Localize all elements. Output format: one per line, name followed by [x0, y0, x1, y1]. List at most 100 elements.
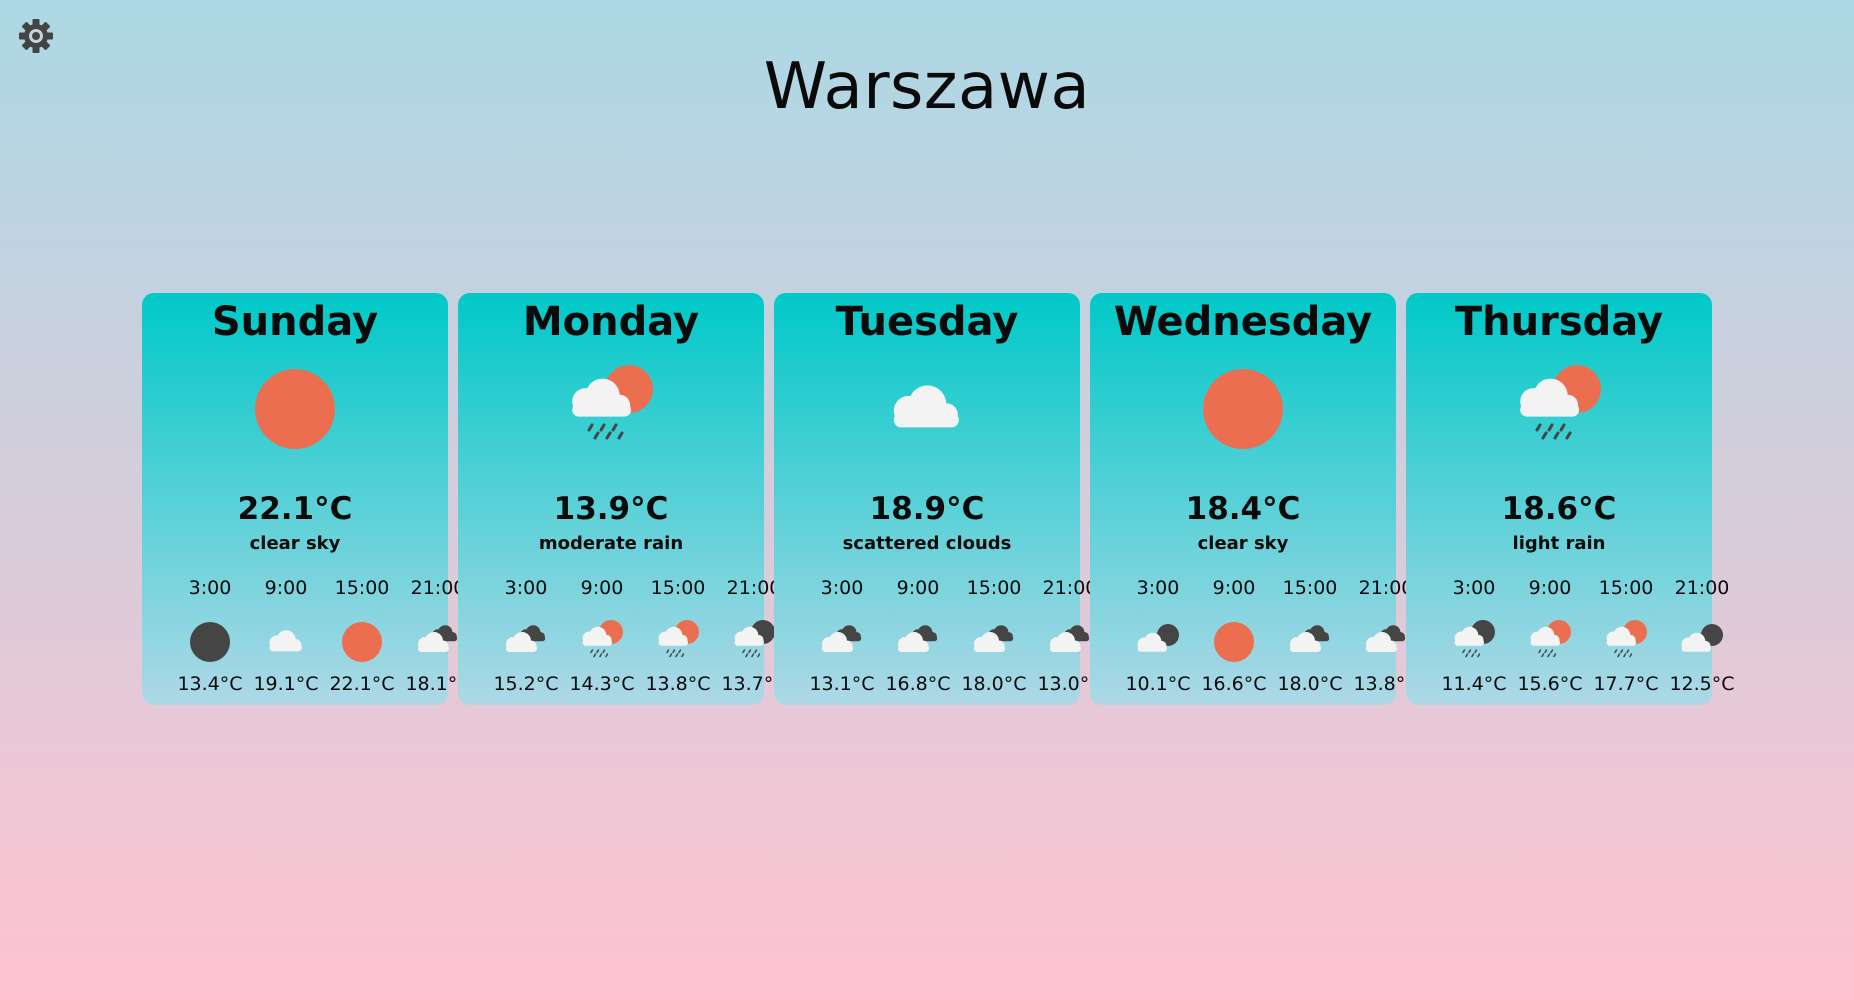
hour-time: 3:00 — [820, 577, 864, 599]
hour-time: 15:00 — [1598, 577, 1654, 599]
hour-temperature: 14.3°C — [569, 673, 635, 695]
hour-time: 15:00 — [1282, 577, 1338, 599]
hour-temperature: 18.0°C — [1277, 673, 1343, 695]
day-description: scattered clouds — [842, 533, 1012, 554]
hour-slot: 3:00 15.2°C — [488, 577, 564, 695]
day-temperature: 18.9°C — [869, 491, 985, 527]
hour-slot: 15:00 18.0°C — [956, 577, 1032, 695]
city-title: Warszawa — [763, 50, 1091, 124]
day-description: moderate rain — [538, 533, 684, 554]
day-card: Wednesday 18.4°C clear sky 3:00 10.1°C 9… — [1090, 293, 1419, 705]
day-name: Tuesday — [835, 299, 1019, 345]
day-name: Sunday — [211, 299, 379, 345]
sun-icon — [1193, 359, 1293, 459]
hour-slot: 3:00 10.1°C — [1120, 577, 1196, 695]
hour-temperature: 16.6°C — [1201, 673, 1267, 695]
rain-sun-icon — [577, 617, 627, 667]
clouds-dark-icon — [1285, 617, 1335, 667]
hour-time: 9:00 — [580, 577, 624, 599]
day-name: Wednesday — [1113, 299, 1373, 345]
hourly-forecast: 3:00 11.4°C 9:00 15.6°C 15:00 17.7°C 21:… — [1406, 577, 1734, 697]
hour-slot: 15:00 22.1°C — [324, 577, 400, 695]
hour-temperature: 18.0°C — [961, 673, 1027, 695]
hour-time: 9:00 — [1212, 577, 1256, 599]
cloud-moon-icon — [1133, 617, 1183, 667]
hour-slot: 9:00 19.1°C — [248, 577, 324, 695]
hour-slot: 9:00 16.8°C — [880, 577, 956, 695]
hour-temperature: 10.1°C — [1125, 673, 1191, 695]
hour-time: 9:00 — [896, 577, 940, 599]
day-temperature: 13.9°C — [553, 491, 669, 527]
hour-slot: 15:00 18.0°C — [1272, 577, 1348, 695]
hour-slot: 15:00 17.7°C — [1588, 577, 1664, 695]
sun-icon — [1209, 617, 1259, 667]
hourly-forecast: 3:00 13.4°C 9:00 19.1°C 15:00 22.1°C 21:… — [142, 577, 470, 697]
hour-time: 21:00 — [1674, 577, 1730, 599]
hour-time: 3:00 — [188, 577, 232, 599]
hour-temperature: 12.5°C — [1669, 673, 1735, 695]
day-name: Monday — [522, 299, 700, 345]
hour-temperature: 13.4°C — [177, 673, 243, 695]
sun-icon — [337, 617, 387, 667]
cloud-moon-icon — [1677, 617, 1727, 667]
rain-sun-icon — [561, 359, 661, 459]
day-card: Thursday 18.6°C light rain 3:00 11.4°C 9… — [1406, 293, 1735, 705]
hour-slot: 3:00 13.4°C — [172, 577, 248, 695]
clouds-dark-icon — [1045, 617, 1095, 667]
hour-slot: 9:00 14.3°C — [564, 577, 640, 695]
day-temperature: 22.1°C — [237, 491, 353, 527]
hour-slot: 21:00 12.5°C — [1664, 577, 1740, 695]
forecast-cards: Sunday 22.1°C clear sky 3:00 13.4°C 9:00… — [142, 293, 1735, 705]
cloud-icon — [261, 617, 311, 667]
clouds-dark-icon — [817, 617, 867, 667]
rain-sun-icon — [653, 617, 703, 667]
hourly-forecast: 3:00 10.1°C 9:00 16.6°C 15:00 18.0°C 21:… — [1090, 577, 1418, 697]
day-temperature: 18.4°C — [1185, 491, 1301, 527]
hour-temperature: 15.2°C — [493, 673, 559, 695]
hour-temperature: 15.6°C — [1517, 673, 1583, 695]
hour-temperature: 13.1°C — [809, 673, 875, 695]
rain-sun-icon — [1509, 359, 1609, 459]
hourly-forecast: 3:00 15.2°C 9:00 14.3°C 15:00 13.8°C 21:… — [458, 577, 786, 697]
hour-time: 3:00 — [504, 577, 548, 599]
hour-time: 9:00 — [264, 577, 308, 599]
day-card: Tuesday 18.9°C scattered clouds 3:00 13.… — [774, 293, 1103, 705]
day-description: clear sky — [249, 533, 341, 554]
rain-moon-icon — [1449, 617, 1499, 667]
clouds-dark-icon — [501, 617, 551, 667]
hour-slot: 15:00 13.8°C — [640, 577, 716, 695]
hour-time: 15:00 — [650, 577, 706, 599]
rain-moon-icon — [729, 617, 779, 667]
hour-temperature: 19.1°C — [253, 673, 319, 695]
hour-time: 3:00 — [1452, 577, 1496, 599]
clouds-dark-icon — [1361, 617, 1411, 667]
hourly-forecast: 3:00 13.1°C 9:00 16.8°C 15:00 18.0°C 21:… — [774, 577, 1102, 697]
hour-time: 15:00 — [966, 577, 1022, 599]
hour-slot: 3:00 13.1°C — [804, 577, 880, 695]
clouds-dark-icon — [413, 617, 463, 667]
hour-temperature: 13.8°C — [645, 673, 711, 695]
hour-time: 3:00 — [1136, 577, 1180, 599]
hour-slot: 9:00 16.6°C — [1196, 577, 1272, 695]
hour-temperature: 22.1°C — [329, 673, 395, 695]
hour-time: 9:00 — [1528, 577, 1572, 599]
hour-temperature: 17.7°C — [1593, 673, 1659, 695]
day-name: Thursday — [1454, 299, 1664, 345]
moon-icon — [185, 617, 235, 667]
sun-icon — [245, 359, 345, 459]
hour-time: 15:00 — [334, 577, 390, 599]
clouds-dark-icon — [893, 617, 943, 667]
day-description: clear sky — [1197, 533, 1289, 554]
day-card: Sunday 22.1°C clear sky 3:00 13.4°C 9:00… — [142, 293, 471, 705]
rain-sun-icon — [1525, 617, 1575, 667]
day-description: light rain — [1512, 533, 1606, 554]
cloud-icon — [877, 359, 977, 459]
hour-slot: 3:00 11.4°C — [1436, 577, 1512, 695]
hour-temperature: 16.8°C — [885, 673, 951, 695]
hour-temperature: 11.4°C — [1441, 673, 1507, 695]
day-card: Monday 13.9°C moderate rain 3:00 15.2°C … — [458, 293, 787, 705]
clouds-dark-icon — [969, 617, 1019, 667]
rain-sun-icon — [1601, 617, 1651, 667]
day-temperature: 18.6°C — [1501, 491, 1617, 527]
hour-slot: 9:00 15.6°C — [1512, 577, 1588, 695]
